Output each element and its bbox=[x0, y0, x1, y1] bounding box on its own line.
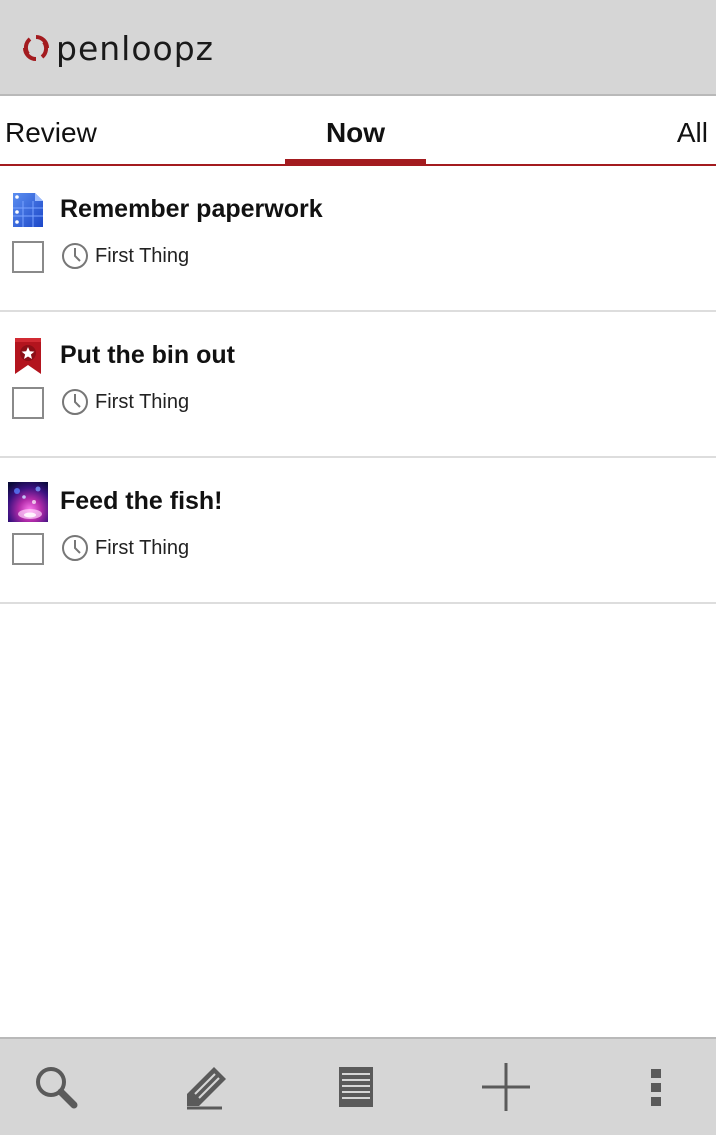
document-icon bbox=[13, 193, 43, 227]
tab-strip: Review Now All bbox=[0, 96, 716, 166]
overflow-menu-button[interactable] bbox=[628, 1059, 684, 1115]
item-when: First Thing bbox=[95, 391, 190, 413]
item-when: First Thing bbox=[95, 245, 190, 267]
item-when: First Thing bbox=[95, 537, 190, 559]
overflow-menu-icon bbox=[651, 1069, 661, 1106]
logo-text: penloopz bbox=[56, 28, 214, 68]
tab-review[interactable]: Review bbox=[5, 96, 97, 164]
list-item[interactable]: Remember paperwork First Thing bbox=[0, 166, 716, 312]
clock-icon bbox=[62, 389, 88, 415]
tab-now[interactable]: Now bbox=[285, 96, 426, 166]
app-logo: penloopz bbox=[22, 26, 214, 70]
list-button[interactable] bbox=[328, 1059, 384, 1115]
tab-all[interactable]: All bbox=[677, 96, 708, 164]
bookmark-star-icon bbox=[15, 338, 41, 374]
list-icon bbox=[339, 1067, 373, 1107]
add-icon bbox=[482, 1063, 530, 1111]
list-item[interactable]: Put the bin out First Thing bbox=[0, 312, 716, 458]
item-title: Feed the fish! bbox=[60, 487, 223, 515]
clock-icon bbox=[62, 535, 88, 561]
logo-ring-icon bbox=[23, 35, 49, 61]
search-icon bbox=[36, 1067, 78, 1109]
add-button[interactable] bbox=[478, 1059, 534, 1115]
action-bar: penloopz bbox=[0, 0, 716, 96]
edit-button[interactable] bbox=[178, 1059, 234, 1115]
item-title: Put the bin out bbox=[60, 341, 235, 369]
task-list: Remember paperwork First Thing Put the b… bbox=[0, 166, 716, 604]
photo-thumbnail-icon bbox=[8, 482, 48, 522]
search-button[interactable] bbox=[28, 1059, 84, 1115]
done-checkbox[interactable] bbox=[12, 533, 44, 565]
done-checkbox[interactable] bbox=[12, 387, 44, 419]
bottom-action-bar bbox=[0, 1037, 716, 1135]
clock-icon bbox=[62, 243, 88, 269]
done-checkbox[interactable] bbox=[12, 241, 44, 273]
edit-icon bbox=[187, 1067, 226, 1110]
item-title: Remember paperwork bbox=[60, 195, 323, 223]
list-item[interactable]: Feed the fish! First Thing bbox=[0, 458, 716, 604]
